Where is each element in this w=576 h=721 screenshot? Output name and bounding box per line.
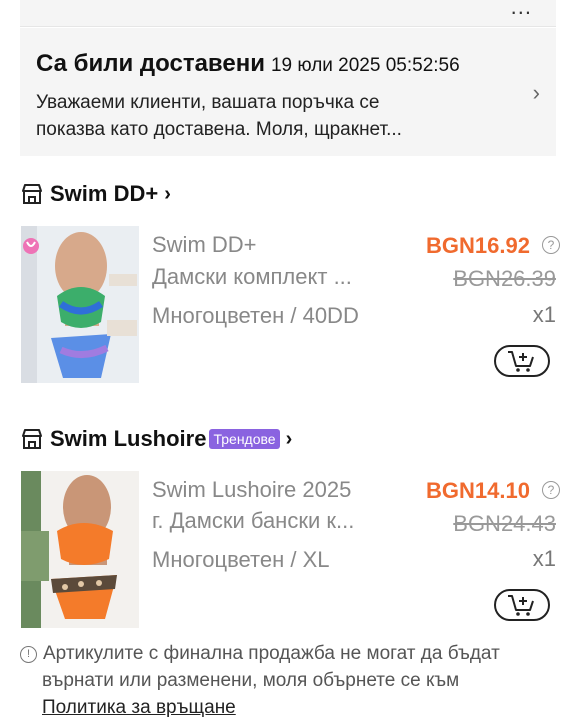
product-image[interactable] bbox=[21, 226, 139, 383]
product-thumbnail-art bbox=[21, 471, 139, 628]
final-sale-line-3: Политика за връщане bbox=[20, 694, 556, 721]
product-price: BGN16.92 bbox=[426, 233, 530, 258]
product-price: BGN14.10 bbox=[426, 478, 530, 503]
product-name-line-2[interactable]: г. Дамски бански к... bbox=[152, 508, 392, 534]
add-to-cart-button[interactable] bbox=[494, 345, 550, 377]
delivery-notice-card[interactable]: Са били доставени 19 юли 2025 05:52:56 Ув… bbox=[20, 28, 556, 156]
delivery-status-title: Са били доставени bbox=[36, 50, 265, 77]
add-to-cart-icon bbox=[508, 351, 534, 372]
delivery-message-line-1: Уважаеми клиенти, вашата поръчка се bbox=[36, 92, 380, 113]
product-variant: Многоцветен / XL bbox=[152, 547, 330, 572]
delivery-message-line-2: показва като доставена. Моля, щракнет... bbox=[36, 119, 402, 140]
final-sale-notice: ! Артикулите с финална продажба не могат … bbox=[20, 640, 556, 721]
delivery-message: Уважаеми клиенти, вашата поръчка се пока… bbox=[36, 89, 476, 143]
final-sale-line-1: ! Артикулите с финална продажба не могат … bbox=[20, 640, 556, 667]
store-header-swim-dd[interactable]: Swim DD+ › bbox=[20, 179, 171, 209]
product-name[interactable]: Swim Lushoire 2025 bbox=[152, 477, 351, 503]
product-quantity: x1 bbox=[532, 546, 556, 571]
delivery-status: Са били доставени 19 юли 2025 05:52:56 bbox=[36, 50, 460, 78]
final-sale-line-2: върнати или разменени, моля обърнете се … bbox=[42, 670, 460, 691]
product-name[interactable]: Swim DD+ bbox=[152, 232, 257, 258]
product-name-line-2[interactable]: Дамски комплект ... bbox=[152, 264, 392, 290]
add-to-cart-button[interactable] bbox=[494, 589, 550, 621]
info-icon[interactable]: ? bbox=[542, 236, 560, 254]
chevron-right-icon: › bbox=[164, 182, 171, 205]
store-header-swim-lushoire[interactable]: Swim Lushoire Трендове › bbox=[20, 424, 292, 454]
return-policy-link[interactable]: Политика за връщане bbox=[42, 697, 236, 718]
trending-badge: Трендове bbox=[209, 429, 280, 449]
chevron-right-icon: › bbox=[285, 427, 293, 450]
info-icon: ! bbox=[20, 646, 37, 663]
product-thumbnail-art bbox=[21, 226, 139, 383]
store-name: Swim DD+ bbox=[50, 181, 159, 206]
store-icon bbox=[22, 184, 42, 204]
store-icon bbox=[22, 429, 42, 449]
more-horizontal-icon[interactable]: ... bbox=[511, 0, 532, 20]
delivery-timestamp: 19 юли 2025 05:52:56 bbox=[270, 55, 460, 76]
original-price: BGN24.43 bbox=[453, 511, 556, 536]
product-image[interactable] bbox=[21, 471, 139, 628]
product-quantity: x1 bbox=[532, 302, 556, 327]
store-name: Swim Lushoire bbox=[50, 426, 207, 451]
add-to-cart-icon bbox=[508, 595, 534, 616]
final-sale-text-1: Артикулите с финална продажба не могат д… bbox=[43, 643, 500, 664]
original-price: BGN26.39 bbox=[453, 266, 556, 291]
chevron-right-icon[interactable]: › bbox=[533, 80, 540, 106]
info-icon[interactable]: ? bbox=[542, 481, 560, 499]
top-strip: ... bbox=[20, 0, 556, 27]
product-variant: Многоцветен / 40DD bbox=[152, 303, 359, 328]
